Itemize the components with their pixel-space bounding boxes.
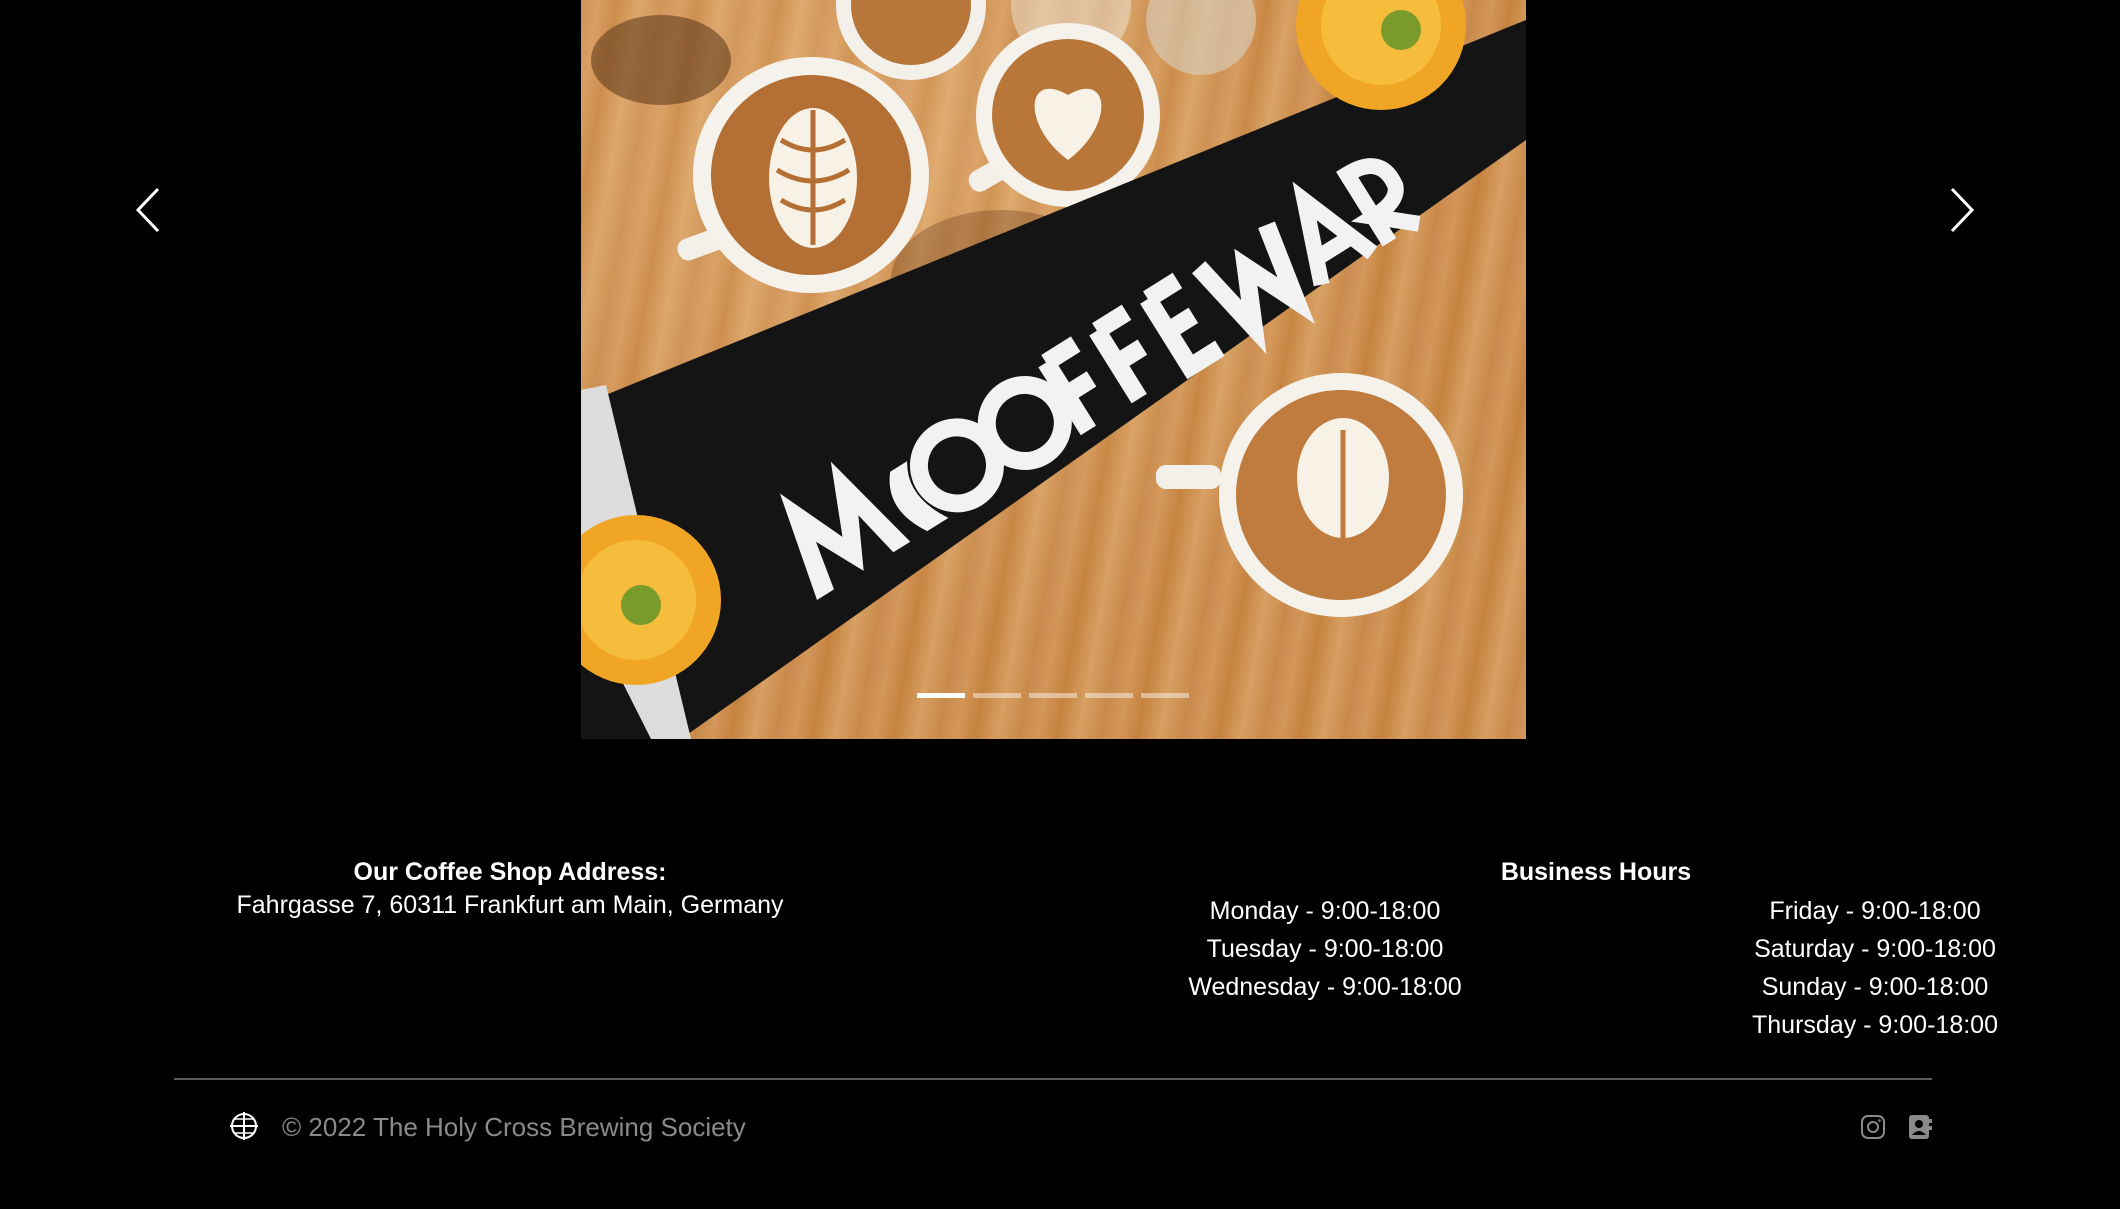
carousel-indicator-5[interactable] bbox=[1141, 693, 1189, 698]
business-hours-left: Monday - 9:00-18:00 Tuesday - 9:00-18:00… bbox=[1170, 892, 1480, 1006]
carousel-slide-image: M bbox=[581, 0, 1526, 739]
instagram-link[interactable] bbox=[1860, 1114, 1886, 1140]
business-hours-title: Business Hours bbox=[1500, 858, 1692, 886]
hours-friday: Friday - 9:00-18:00 bbox=[1769, 897, 1981, 925]
carousel-indicator-1[interactable] bbox=[917, 693, 965, 698]
hours-sunday: Sunday - 9:00-18:00 bbox=[1761, 973, 1989, 1001]
chevron-left-icon bbox=[135, 187, 160, 233]
chevron-right-icon bbox=[1950, 187, 1975, 233]
carousel-indicator-2[interactable] bbox=[973, 693, 1021, 698]
carousel-indicators bbox=[917, 693, 1189, 699]
hours-thursday: Thursday - 9:00-18:00 bbox=[1752, 1011, 1998, 1039]
contact-icon bbox=[1909, 1115, 1932, 1139]
hero-carousel: M bbox=[0, 0, 2120, 740]
carousel-next-button[interactable] bbox=[1940, 185, 1980, 235]
address-value: Fahrgasse 7, 60311 Frankfurt am Main, Ge… bbox=[236, 891, 784, 919]
copyright-text: © 2022 The Holy Cross Brewing Society bbox=[282, 1112, 746, 1142]
business-hours-right: Friday - 9:00-18:00 Saturday - 9:00-18:0… bbox=[1720, 892, 2030, 1044]
contact-link[interactable] bbox=[1907, 1114, 1933, 1140]
instagram-icon bbox=[1861, 1115, 1885, 1139]
shop-address: Our Coffee Shop Address: Fahrgasse 7, 60… bbox=[190, 856, 830, 922]
coffee-pennant-illustration: M bbox=[581, 0, 1526, 739]
hours-saturday: Saturday - 9:00-18:00 bbox=[1754, 935, 1996, 963]
address-label: Our Coffee Shop Address: bbox=[353, 858, 667, 886]
carousel-indicator-3[interactable] bbox=[1029, 693, 1077, 698]
footer-divider bbox=[174, 1078, 1932, 1080]
brand-logo-icon[interactable] bbox=[226, 1108, 262, 1144]
carousel-prev-button[interactable] bbox=[130, 185, 170, 235]
hours-wednesday: Wednesday - 9:00-18:00 bbox=[1188, 973, 1462, 1001]
hours-tuesday: Tuesday - 9:00-18:00 bbox=[1206, 935, 1444, 963]
hours-monday: Monday - 9:00-18:00 bbox=[1209, 897, 1441, 925]
carousel-indicator-4[interactable] bbox=[1085, 693, 1133, 698]
